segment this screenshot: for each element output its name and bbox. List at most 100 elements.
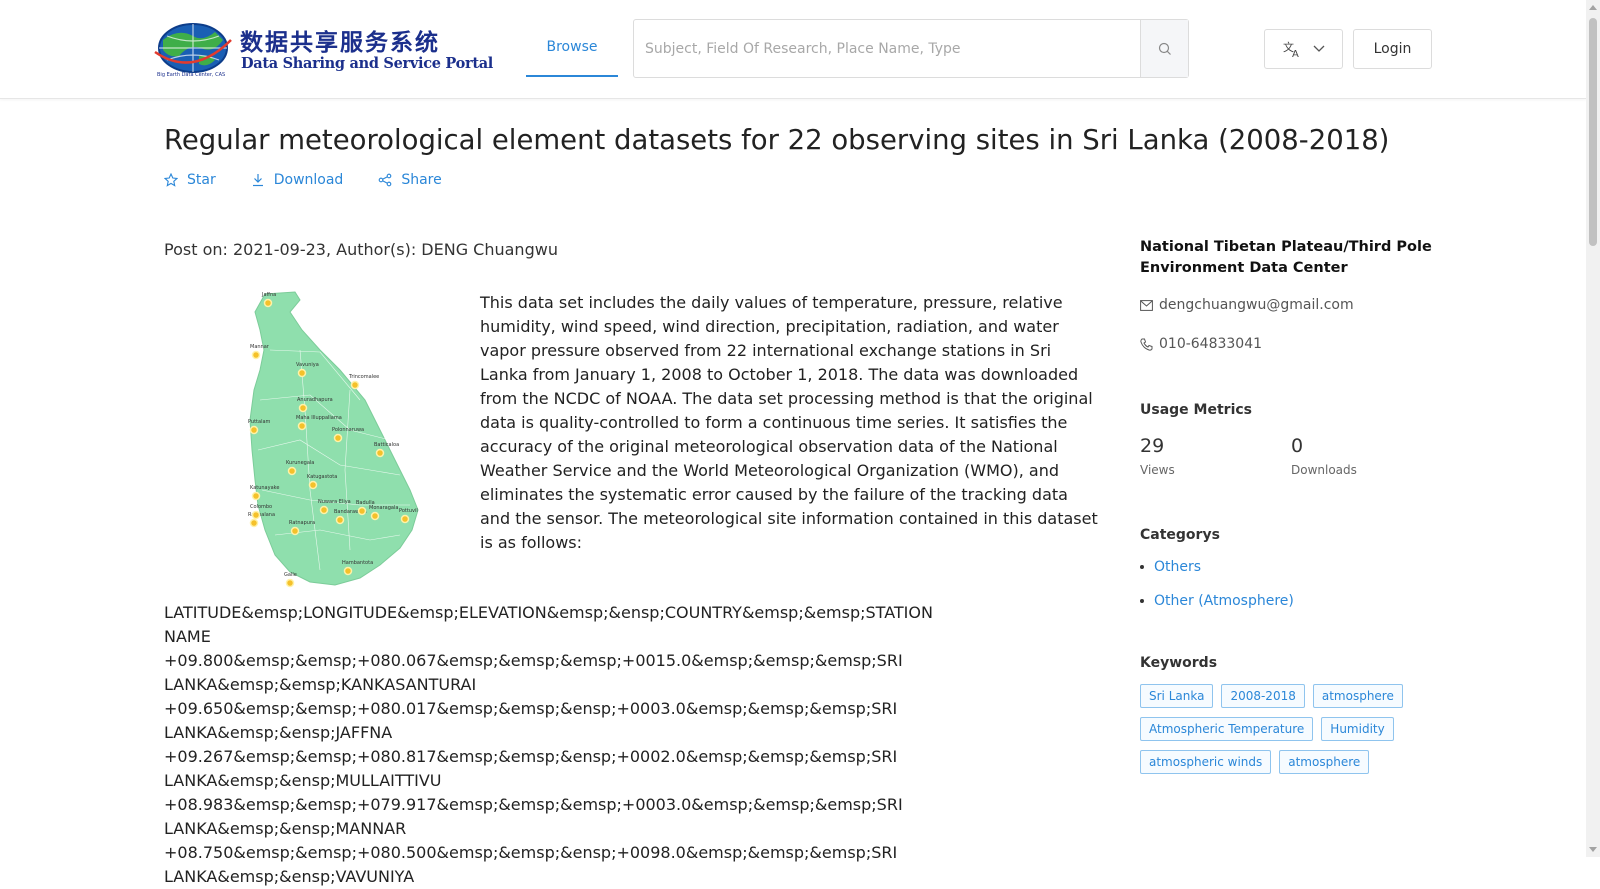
keywords-heading: Keywords: [1140, 655, 1218, 671]
map-station-label: Katugastota: [307, 474, 337, 480]
views-metric: 29 Views: [1140, 435, 1175, 477]
map-station-label: Pottuvil: [399, 508, 418, 514]
map-station-dot: [350, 380, 360, 390]
map-station-label: Ratnapura: [289, 520, 315, 526]
map-station-dot: [251, 491, 261, 501]
language-switcher[interactable]: 文 A: [1264, 29, 1343, 69]
page-title: Regular meteorological element datasets …: [164, 124, 1390, 156]
map-station-dot: [335, 515, 345, 525]
search-button[interactable]: [1140, 20, 1188, 77]
map-station-label: Vavuniya: [296, 362, 319, 368]
star-icon: [164, 173, 178, 187]
map-station-dot: [249, 518, 259, 528]
map-station-label: Nuwara Eliya: [318, 499, 351, 505]
map-station-label: Mannar: [250, 344, 270, 350]
map-image: Jaffna Mannar Vavuniya Trincomalee Anuradhap…: [248, 291, 419, 588]
login-button[interactable]: Login: [1353, 29, 1432, 69]
star-button[interactable]: Star: [164, 172, 216, 188]
globe-logo-icon: [154, 23, 232, 73]
contact-phone: 010-64833041: [1140, 336, 1262, 352]
map-station-dot: [251, 510, 261, 520]
map-station-label: Trincomalee: [348, 374, 379, 380]
downloads-label: Downloads: [1291, 463, 1357, 477]
portal-logo[interactable]: 数据共享服务系统 Data Sharing and Service Portal…: [153, 18, 493, 80]
scroll-thumb[interactable]: [1589, 18, 1597, 246]
share-label: Share: [401, 172, 442, 188]
nav-browse-tab[interactable]: Browse: [526, 20, 618, 77]
logo-chinese-title: 数据共享服务系统: [240, 30, 440, 56]
post-meta: Post on: 2021-09-23, Author(s): DENG Chu…: [164, 240, 558, 259]
map-station-dot: [297, 368, 307, 378]
map-station-dot: [375, 448, 385, 458]
contact-email: dengchuangwu@gmail.com: [1140, 297, 1354, 313]
map-station-dot: [249, 425, 259, 435]
map-station-dot: [290, 526, 300, 536]
map-station-label: Anuradhapura: [297, 397, 333, 403]
email-text: dengchuangwu@gmail.com: [1159, 297, 1354, 313]
views-count: 29: [1140, 435, 1165, 457]
share-button[interactable]: Share: [378, 172, 442, 188]
scroll-up-arrow-icon[interactable]: [1589, 5, 1597, 10]
map-station-dot: [298, 403, 308, 413]
map-station-dot: [357, 506, 367, 516]
sri-lanka-station-map: Jaffna Mannar Vavuniya Trincomalee Anuradhap…: [240, 290, 420, 590]
map-station-label: Polonnaruwa: [332, 427, 364, 433]
map-station-dot: [285, 578, 295, 588]
logo-caption: Big Earth Data Center, CAS: [157, 72, 226, 78]
bullet-icon: [1140, 599, 1144, 603]
station-line: +09.267&emsp;&emsp;+080.817&emsp;&emsp;&…: [164, 747, 898, 790]
phone-icon: [1140, 338, 1153, 351]
keyword-tag[interactable]: Humidity: [1321, 717, 1394, 741]
station-line: +08.750&emsp;&emsp;+080.500&emsp;&emsp;&…: [164, 843, 898, 886]
dataset-description: This data set includes the daily values …: [480, 293, 1098, 552]
search-input[interactable]: [634, 20, 1140, 77]
usage-metrics-heading: Usage Metrics: [1140, 402, 1252, 418]
keyword-tag[interactable]: atmospheric winds: [1140, 750, 1272, 774]
download-button[interactable]: Download: [251, 172, 344, 188]
map-station-dot: [400, 514, 410, 524]
map-station-label: Galle: [284, 572, 297, 578]
keyword-tag[interactable]: 2008-2018: [1221, 684, 1305, 708]
top-header: 数据共享服务系统 Data Sharing and Service Portal…: [0, 0, 1586, 99]
scroll-down-arrow-icon[interactable]: [1589, 847, 1597, 852]
map-station-label: Jaffna: [261, 292, 276, 298]
svg-text:A: A: [1292, 49, 1299, 58]
map-station-label: Katunayake: [250, 485, 279, 491]
keyword-tags: Sri Lanka 2008-2018 atmosphere Atmospheric …: [1140, 684, 1440, 774]
translate-icon: 文 A: [1283, 40, 1299, 58]
map-station-dot: [333, 433, 343, 443]
page-scrollbar[interactable]: [1586, 0, 1600, 857]
station-list: LATITUDE&emsp;LONGITUDE&emsp;ELEVATION&e…: [164, 601, 933, 889]
bullet-icon: [1140, 565, 1144, 569]
download-label: Download: [273, 172, 344, 188]
category-link[interactable]: Others: [1154, 559, 1201, 575]
logo-english-title: Data Sharing and Service Portal: [241, 55, 494, 72]
categories-heading: Categorys: [1140, 527, 1220, 543]
map-station-label: Hambantota: [342, 560, 373, 566]
map-station-dot: [319, 505, 329, 515]
map-station-dot: [287, 466, 297, 476]
category-item[interactable]: Other (Atmosphere): [1140, 593, 1294, 609]
keyword-tag[interactable]: atmosphere: [1279, 750, 1370, 774]
views-label: Views: [1140, 463, 1175, 477]
map-station-label: Colombo: [250, 504, 272, 510]
mail-icon: [1140, 299, 1153, 311]
category-link[interactable]: Other (Atmosphere): [1154, 593, 1294, 609]
station-line: +09.650&emsp;&emsp;+080.017&emsp;&emsp;&…: [164, 699, 898, 742]
keyword-tag[interactable]: atmosphere: [1312, 684, 1403, 708]
map-station-dot: [343, 566, 353, 576]
map-station-dot: [370, 511, 380, 521]
map-station-dot: [263, 298, 273, 308]
map-station-dot: [251, 350, 261, 360]
map-station-label: Puttalam: [248, 419, 271, 425]
phone-text: 010-64833041: [1159, 336, 1263, 352]
station-line: LATITUDE&emsp;LONGITUDE&emsp;ELEVATION&e…: [164, 603, 933, 646]
category-item[interactable]: Others: [1140, 559, 1201, 575]
map-station-label: Monaragala: [369, 505, 398, 511]
chevron-down-icon: [1313, 45, 1324, 52]
station-line: +09.800&emsp;&emsp;+080.067&emsp;&emsp;&…: [164, 651, 903, 694]
keyword-tag[interactable]: Atmospheric Temperature: [1140, 717, 1314, 741]
map-station-dot: [297, 421, 307, 431]
map-station-label: Kurunegala: [286, 460, 314, 466]
keyword-tag[interactable]: Sri Lanka: [1140, 684, 1214, 708]
